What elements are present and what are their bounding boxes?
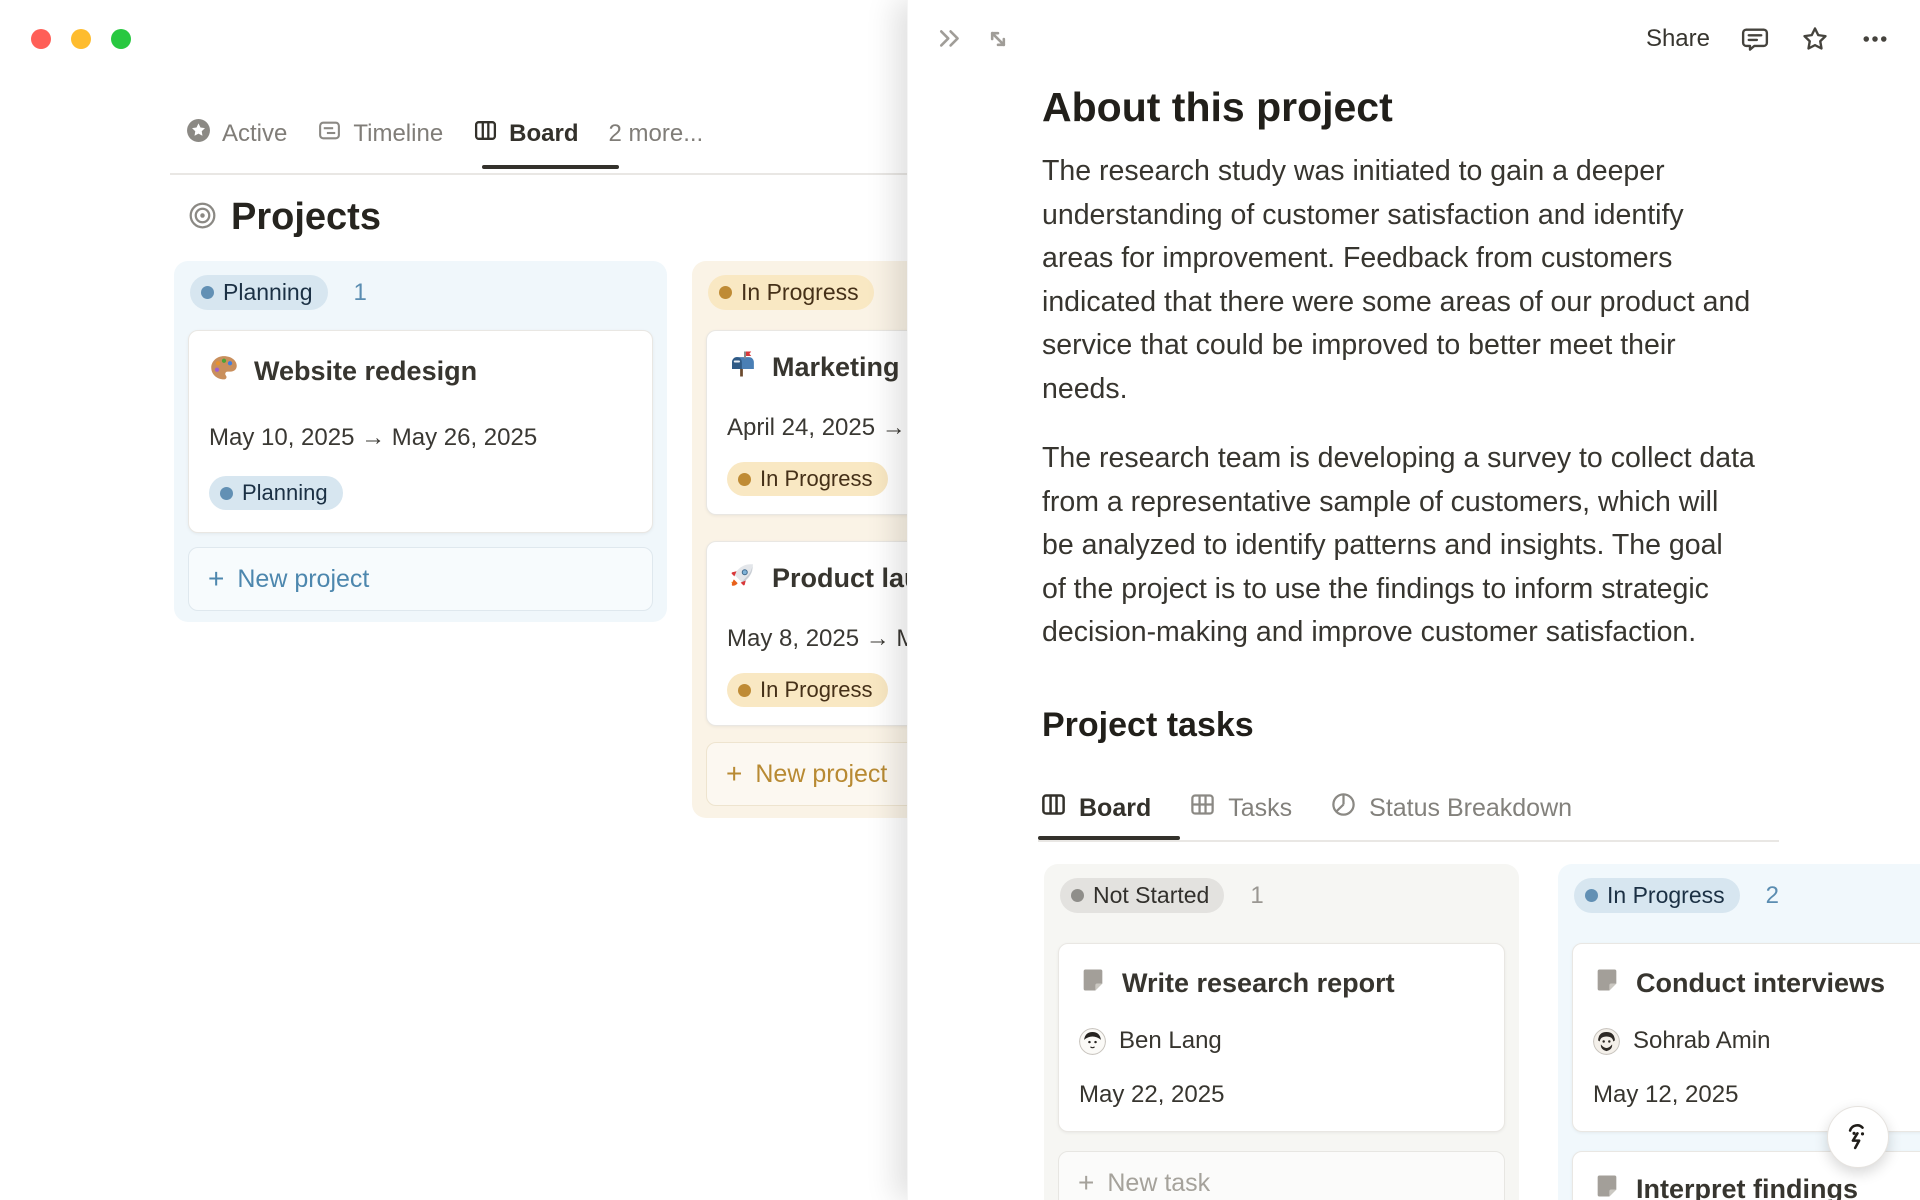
close-peek-icon[interactable]: [936, 25, 964, 53]
rocket-icon: [727, 560, 757, 597]
status-dot: [201, 286, 214, 299]
about-paragraph-1: The research study was initiated to gain…: [1042, 155, 1751, 405]
card-title-text: Interpret findings: [1636, 1174, 1858, 1200]
tab-divider: [1038, 840, 1779, 842]
peek-toolbar: Share: [908, 0, 1920, 78]
page-title: Projects: [189, 196, 381, 239]
assignee-row: Ben Lang: [1079, 1027, 1484, 1055]
tab-active[interactable]: Active: [186, 118, 287, 150]
card-title-text: Website redesign: [254, 356, 478, 386]
view-tab-bar: Active Timeline Board 2 more...: [186, 116, 703, 152]
more-options-icon[interactable]: [1860, 24, 1890, 54]
task-due-date: May 22, 2025: [1079, 1081, 1225, 1108]
status-dot: [1071, 889, 1084, 902]
status-dot: [719, 286, 732, 299]
tab-label: 2 more...: [608, 120, 704, 147]
assignee-row: Sohrab Amin: [1593, 1027, 1920, 1055]
comments-icon[interactable]: [1740, 24, 1770, 54]
page-icon: [1079, 966, 1107, 1001]
plus-icon: +: [208, 563, 225, 594]
minimize-window-button[interactable]: [71, 29, 91, 49]
expand-page-icon[interactable]: [984, 25, 1012, 53]
new-task-button[interactable]: + New task: [1058, 1151, 1505, 1200]
status-pill-not-started: Not Started: [1060, 878, 1225, 913]
board-icon: [1040, 791, 1067, 825]
column-header: In Progress 2: [1572, 876, 1920, 915]
status-dot: [738, 472, 751, 486]
plus-icon: +: [726, 758, 743, 789]
board-icon: [473, 118, 498, 150]
tab-board[interactable]: Board: [473, 118, 579, 150]
column-count: 1: [353, 278, 367, 306]
column-count: 1: [1250, 881, 1264, 909]
status-dot: [738, 683, 751, 697]
card-status-tag: In Progress: [727, 673, 888, 707]
favorite-star-icon[interactable]: [1800, 24, 1830, 54]
page-icon: [1593, 1172, 1621, 1200]
project-card-website-redesign[interactable]: Website redesign May 10, 2025 → May 26, …: [188, 330, 653, 533]
card-date-range: May 10, 2025 → May 26, 2025: [209, 424, 538, 451]
card-status-tag: In Progress: [727, 462, 888, 496]
column-count: 2: [1765, 881, 1779, 909]
assignee-name: Sohrab Amin: [1633, 1027, 1771, 1054]
column-header: Planning 1: [188, 273, 653, 312]
table-icon: [1189, 791, 1216, 825]
board-column-planning: Planning 1 Website redesign May 10, 2025…: [174, 261, 667, 622]
task-due-date: May 12, 2025: [1593, 1081, 1739, 1108]
mailbox-icon: [727, 349, 757, 386]
about-paragraph-2: The research team is developing a survey…: [1042, 442, 1755, 648]
notion-ai-button[interactable]: [1827, 1106, 1889, 1168]
card-status-tag: Planning: [209, 476, 343, 510]
tasks-column-not-started: Not Started 1 Write research report Ben …: [1044, 864, 1519, 1200]
status-dot: [1585, 889, 1598, 902]
peek-page-title: About this project: [1042, 84, 1393, 130]
tab-timeline[interactable]: Timeline: [317, 118, 443, 150]
tab-label: Board: [509, 120, 579, 147]
timeline-icon: [317, 118, 342, 150]
side-peek-panel: Share About this project The research st…: [907, 0, 1920, 1200]
plus-icon: +: [1078, 1167, 1095, 1198]
tab-tasks-board[interactable]: Board: [1040, 791, 1151, 825]
tab-label: Board: [1079, 793, 1152, 822]
target-icon: [189, 202, 216, 234]
tab-label: Status Breakdown: [1369, 793, 1573, 822]
close-window-button[interactable]: [31, 29, 51, 49]
tab-tasks-table[interactable]: Tasks: [1189, 791, 1292, 825]
status-pill-in-progress: In Progress: [1574, 878, 1740, 913]
avatar-sohrab-amin: [1593, 1027, 1620, 1055]
active-tab-underline: [482, 165, 619, 169]
ai-face-icon: [1840, 1117, 1876, 1158]
status-pill-planning: Planning: [190, 275, 328, 310]
notion-window: Active Timeline Board 2 more... Projects…: [0, 0, 1920, 1200]
tab-more[interactable]: 2 more...: [609, 120, 704, 148]
share-button[interactable]: Share: [1646, 25, 1710, 53]
task-card-write-research-report[interactable]: Write research report Ben Lang May 22, 2…: [1058, 943, 1505, 1132]
status-pill-in-progress: In Progress: [708, 275, 874, 310]
page-icon: [1593, 966, 1621, 1001]
page-title-text: Projects: [231, 196, 381, 238]
new-project-button[interactable]: + New project: [188, 547, 653, 611]
tab-label: Timeline: [353, 120, 444, 147]
task-card-conduct-interviews[interactable]: Conduct interviews Sohrab Amin May 12, 2…: [1572, 943, 1920, 1132]
tab-status-breakdown[interactable]: Status Breakdown: [1330, 791, 1572, 825]
assignee-name: Ben Lang: [1119, 1027, 1222, 1054]
tab-divider: [170, 173, 912, 175]
tab-label: Tasks: [1228, 793, 1293, 822]
card-title-text: Product lau: [772, 563, 921, 593]
card-title-text: Marketing c: [772, 352, 923, 382]
column-header: Not Started 1: [1058, 876, 1505, 915]
zoom-window-button[interactable]: [111, 29, 131, 49]
card-title-text: Write research report: [1122, 968, 1395, 998]
star-circle-icon: [186, 118, 211, 150]
project-tasks-heading: Project tasks: [1042, 706, 1254, 744]
tab-label: Active: [222, 120, 288, 147]
pie-chart-icon: [1330, 791, 1357, 825]
tasks-view-tab-bar: Board Tasks Status Breakdown: [1040, 788, 1572, 828]
status-dot: [220, 486, 233, 500]
avatar-ben-lang: [1079, 1027, 1106, 1055]
card-title-text: Conduct interviews: [1636, 968, 1886, 998]
palette-icon: [209, 353, 239, 390]
